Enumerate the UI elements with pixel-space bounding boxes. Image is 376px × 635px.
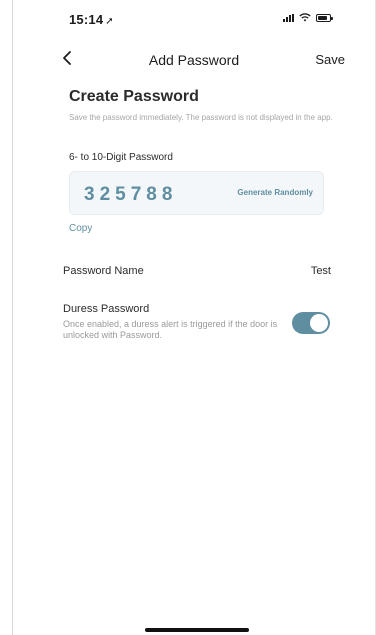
- duress-password-label: Duress Password: [63, 303, 150, 315]
- battery-icon: [316, 13, 333, 22]
- duress-password-description: Once enabled, a duress alert is triggere…: [63, 319, 278, 340]
- wifi-icon: [299, 13, 311, 22]
- screen-frame-left-edge: [12, 0, 13, 635]
- password-name-value: Test: [310, 265, 331, 277]
- toggle-knob: [310, 314, 328, 332]
- navigation-bar: Add Password Save: [13, 44, 375, 74]
- duress-password-toggle[interactable]: [292, 312, 330, 334]
- create-password-description: Save the password immediately. The passw…: [69, 113, 333, 122]
- status-icons: [283, 13, 333, 22]
- status-time: 15:14 ➚: [69, 12, 114, 27]
- password-field[interactable]: 325788 Generate Randomly: [69, 171, 324, 215]
- status-time-text: 15:14: [69, 12, 104, 27]
- create-password-heading: Create Password: [69, 88, 199, 105]
- status-bar: 15:14 ➚: [13, 0, 375, 38]
- password-name-row[interactable]: Password Name Test: [63, 265, 331, 281]
- signal-icon: [283, 13, 294, 22]
- password-field-label: 6- to 10-Digit Password: [69, 152, 173, 163]
- generate-randomly-button[interactable]: Generate Randomly: [237, 188, 313, 197]
- save-button[interactable]: Save: [315, 52, 345, 67]
- home-indicator[interactable]: [145, 628, 249, 632]
- password-value: 325788: [84, 184, 178, 205]
- copy-button[interactable]: Copy: [69, 223, 92, 234]
- password-name-label: Password Name: [63, 265, 144, 277]
- location-arrow-icon: ➚: [105, 16, 114, 27]
